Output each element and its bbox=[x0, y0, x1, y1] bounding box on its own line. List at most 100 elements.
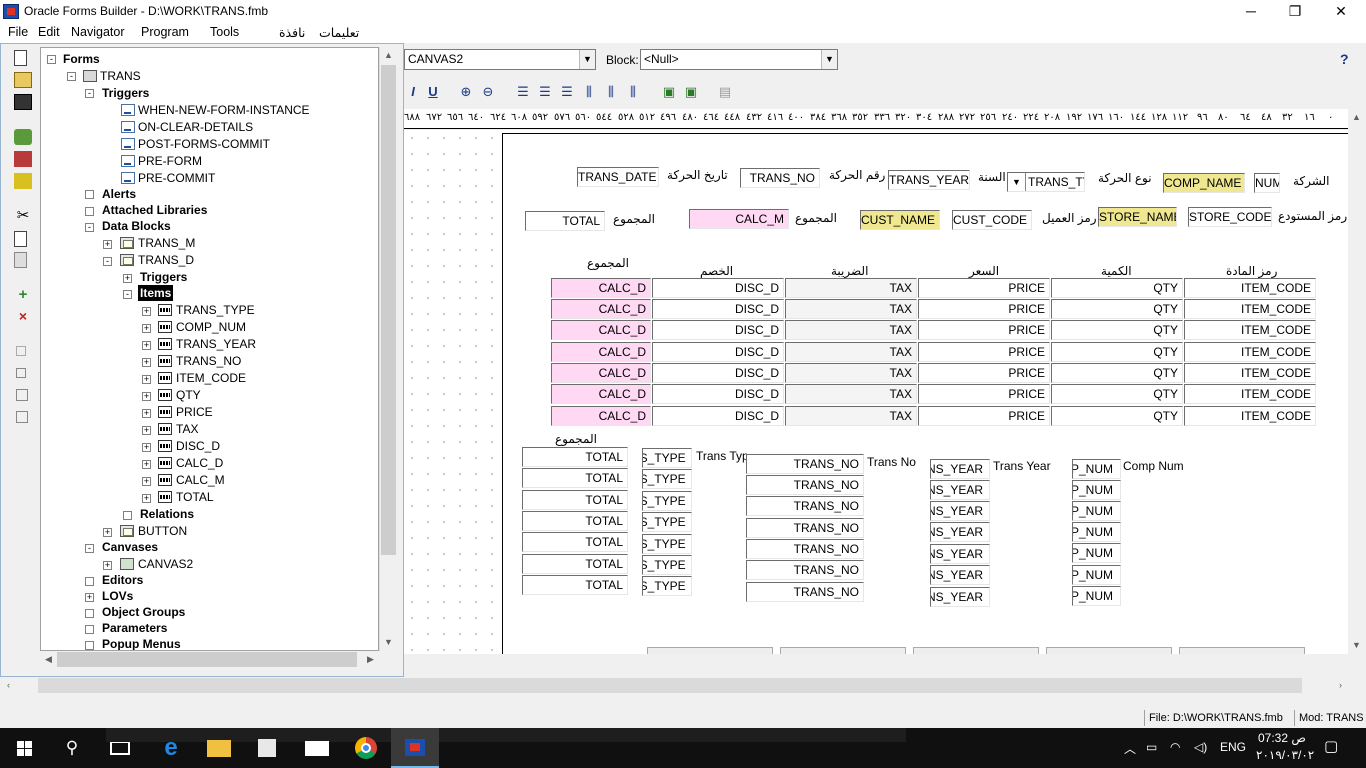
collapse-all-icon[interactable] bbox=[16, 411, 28, 423]
open-folder-icon[interactable] bbox=[14, 72, 32, 88]
detail-item-code[interactable]: ITEM_CODE bbox=[1184, 363, 1316, 383]
detail-disc-d[interactable]: DISC_D bbox=[652, 320, 784, 340]
expand-icon[interactable]: + bbox=[142, 494, 151, 503]
detail-calc-d[interactable]: CALC_D bbox=[551, 384, 651, 404]
menu-file[interactable]: File bbox=[8, 25, 28, 39]
lower-comp-num-field[interactable]: MP_NUM bbox=[1072, 586, 1121, 606]
nav-popup-menus[interactable]: Popup Menus bbox=[102, 636, 181, 650]
menu-tools[interactable]: Tools bbox=[210, 25, 239, 39]
canvas2-region[interactable]: TRANS_DATE تاريخ الحركة TRANS_NO رقم الح… bbox=[502, 133, 1348, 654]
create-icon[interactable]: + bbox=[14, 287, 32, 304]
scrollbar-thumb[interactable] bbox=[57, 652, 357, 667]
menu-window[interactable]: نافذة bbox=[279, 25, 305, 40]
scroll-right-icon[interactable]: ▶ bbox=[362, 651, 379, 668]
detail-price[interactable]: PRICE bbox=[918, 299, 1050, 319]
detail-price[interactable]: PRICE bbox=[918, 320, 1050, 340]
expand-icon[interactable]: + bbox=[85, 593, 94, 602]
lower-total-field[interactable]: TOTAL bbox=[522, 575, 628, 595]
navigator-vertical-scrollbar[interactable]: ▲ ▼ bbox=[379, 47, 396, 651]
zoom-out-icon[interactable]: ⊖ bbox=[479, 83, 497, 101]
lower-trans-type-field[interactable]: NS_TYPE bbox=[642, 576, 692, 596]
button-placeholder[interactable] bbox=[780, 647, 906, 654]
detail-disc-d[interactable]: DISC_D bbox=[652, 278, 784, 298]
lower-trans-no-field[interactable]: TRANS_NO bbox=[746, 475, 864, 495]
comp-name-field[interactable]: COMP_NAME bbox=[1163, 173, 1245, 193]
chevron-down-icon[interactable]: ▼ bbox=[821, 50, 837, 69]
clock-date[interactable]: ٢٠١٩/٠٣/٠٢ bbox=[1256, 748, 1314, 762]
lower-trans-no-field[interactable]: TRANS_NO bbox=[746, 518, 864, 538]
detail-disc-d[interactable]: DISC_D bbox=[652, 299, 784, 319]
minimize-button[interactable]: ─ bbox=[1228, 2, 1274, 21]
lower-trans-no-field[interactable]: TRANS_NO bbox=[746, 496, 864, 516]
lower-trans-year-field[interactable]: ANS_YEAR bbox=[930, 501, 990, 521]
help-icon[interactable]: ? bbox=[1340, 51, 1349, 67]
expand-icon[interactable]: + bbox=[142, 443, 151, 452]
nav-lovs[interactable]: LOVs bbox=[102, 588, 133, 604]
lower-total-field[interactable]: TOTAL bbox=[522, 554, 628, 574]
nav-data-blocks[interactable]: Data Blocks bbox=[102, 218, 171, 234]
edge-icon[interactable]: e bbox=[147, 728, 195, 768]
chevron-down-icon[interactable]: ▼ bbox=[579, 50, 595, 69]
scroll-left-icon[interactable]: ◀ bbox=[40, 651, 57, 668]
bring-to-front-icon[interactable]: ▣ bbox=[660, 83, 678, 101]
scrollbar-thumb[interactable] bbox=[381, 65, 396, 555]
menu-edit[interactable]: Edit bbox=[38, 25, 60, 39]
debug-icon[interactable] bbox=[14, 151, 32, 167]
detail-tax[interactable]: TAX bbox=[785, 299, 917, 319]
detail-price[interactable]: PRICE bbox=[918, 363, 1050, 383]
start-button[interactable] bbox=[0, 728, 48, 768]
lower-trans-no-field[interactable]: TRANS_NO bbox=[746, 560, 864, 580]
detail-qty[interactable]: QTY bbox=[1051, 299, 1183, 319]
lower-total-field[interactable]: TOTAL bbox=[522, 511, 628, 531]
trans-no-field[interactable]: TRANS_NO bbox=[740, 168, 820, 188]
expand-icon[interactable] bbox=[85, 641, 94, 650]
expand-icon[interactable] bbox=[85, 609, 94, 618]
detail-qty[interactable]: QTY bbox=[1051, 320, 1183, 340]
lower-trans-type-field[interactable]: NS_TYPE bbox=[642, 448, 692, 468]
nav-trigger[interactable]: PRE-COMMIT bbox=[138, 170, 215, 186]
expand-icon[interactable]: + bbox=[103, 561, 112, 570]
scroll-down-icon[interactable]: ▼ bbox=[1348, 637, 1365, 654]
detail-price[interactable]: PRICE bbox=[918, 384, 1050, 404]
menu-navigator[interactable]: Navigator bbox=[71, 25, 125, 39]
comp-num-field[interactable]: NUM bbox=[1254, 173, 1280, 193]
language-indicator[interactable]: ENG bbox=[1220, 740, 1246, 754]
detail-qty[interactable]: QTY bbox=[1051, 406, 1183, 426]
scroll-left-icon[interactable]: ‹ bbox=[0, 677, 17, 694]
nav-block-trans-m[interactable]: TRANS_M bbox=[138, 235, 195, 251]
file-explorer-icon[interactable] bbox=[195, 728, 243, 768]
nav-item[interactable]: PRICE bbox=[176, 404, 213, 420]
nav-object-groups[interactable]: Object Groups bbox=[102, 604, 185, 620]
detail-price[interactable]: PRICE bbox=[918, 278, 1050, 298]
detail-disc-d[interactable]: DISC_D bbox=[652, 363, 784, 383]
nav-item[interactable]: COMP_NUM bbox=[176, 319, 246, 335]
detail-item-code[interactable]: ITEM_CODE bbox=[1184, 342, 1316, 362]
nav-item[interactable]: TAX bbox=[176, 421, 198, 437]
expand-icon[interactable] bbox=[85, 207, 94, 216]
calc-m-field[interactable]: CALC_M bbox=[689, 209, 789, 229]
cust-name-field[interactable]: CUST_NAME bbox=[860, 210, 940, 230]
nav-form-triggers[interactable]: Triggers bbox=[102, 85, 149, 101]
collapse-icon[interactable]: - bbox=[85, 544, 94, 553]
lower-trans-year-field[interactable]: ANS_YEAR bbox=[930, 522, 990, 542]
expand-icon[interactable]: + bbox=[142, 375, 151, 384]
align-center-icon[interactable]: ☰ bbox=[536, 83, 554, 101]
object-navigator-tree[interactable]: - Forms - TRANS - Triggers WHEN-NEW-FORM… bbox=[40, 47, 379, 651]
lower-comp-num-field[interactable]: MP_NUM bbox=[1072, 459, 1121, 479]
nav-item[interactable]: ITEM_CODE bbox=[176, 370, 246, 386]
notifications-icon[interactable]: ▢ bbox=[1324, 737, 1338, 755]
detail-disc-d[interactable]: DISC_D bbox=[652, 384, 784, 404]
nav-items-selected[interactable]: Items bbox=[138, 285, 174, 301]
expand-icon[interactable]: + bbox=[142, 307, 151, 316]
lower-trans-type-field[interactable]: NS_TYPE bbox=[642, 555, 692, 575]
expand-icon[interactable] bbox=[85, 625, 94, 634]
cust-code-field[interactable]: CUST_CODE bbox=[952, 210, 1032, 230]
lower-trans-no-field[interactable]: TRANS_NO bbox=[746, 582, 864, 602]
lower-comp-num-field[interactable]: MP_NUM bbox=[1072, 501, 1121, 521]
nav-form-trans[interactable]: TRANS bbox=[100, 68, 141, 84]
expand-icon[interactable]: + bbox=[103, 528, 112, 537]
scroll-down-icon[interactable]: ▼ bbox=[380, 634, 397, 651]
block-select[interactable]: <Null> ▼ bbox=[640, 49, 838, 70]
detail-item-code[interactable]: ITEM_CODE bbox=[1184, 406, 1316, 426]
nav-trigger[interactable]: PRE-FORM bbox=[138, 153, 202, 169]
